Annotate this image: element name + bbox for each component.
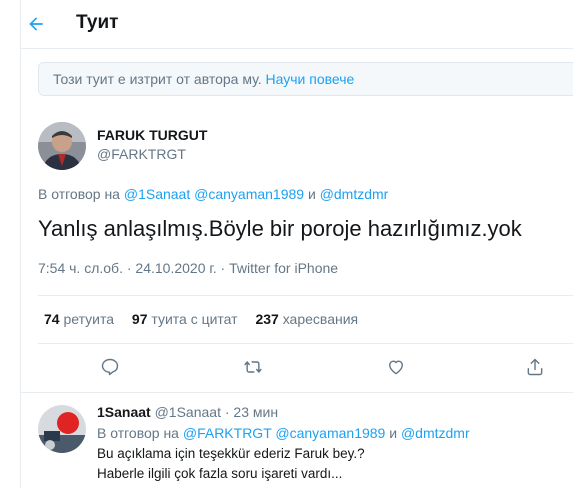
reply-prefix: В отговор на bbox=[97, 425, 179, 441]
reply-context: В отговор на @1Sanaat @canyaman1989 и @d… bbox=[38, 186, 388, 202]
share-icon[interactable] bbox=[522, 354, 548, 380]
mention-link[interactable]: @1Sanaat bbox=[124, 186, 190, 202]
avatar[interactable] bbox=[38, 405, 86, 453]
reply-prefix: В отговор на bbox=[38, 186, 120, 202]
reply-context: В отговор на @FARKTRGT @canyaman1989 и @… bbox=[97, 425, 470, 441]
tweet-source[interactable]: Twitter for iPhone bbox=[229, 260, 338, 276]
reply-and: и bbox=[389, 425, 398, 441]
mention-link[interactable]: @canyaman1989 bbox=[275, 425, 385, 441]
avatar[interactable] bbox=[38, 122, 86, 170]
reply-author-handle[interactable]: @1Sanaat bbox=[155, 404, 221, 420]
retweet-icon[interactable] bbox=[240, 354, 266, 380]
tweet-time[interactable]: 7:54 ч. сл.об. bbox=[38, 260, 123, 276]
author-name[interactable]: FARUK TURGUT bbox=[97, 127, 207, 143]
reply-text-line: Bu açıklama için teşekkür ederiz Faruk b… bbox=[97, 446, 365, 461]
mention-link[interactable]: @dmtzdmr bbox=[401, 425, 470, 441]
header-divider bbox=[21, 48, 573, 49]
mention-link[interactable]: @canyaman1989 bbox=[194, 186, 304, 202]
mention-link[interactable]: @dmtzdmr bbox=[320, 186, 389, 202]
reply-author-name[interactable]: 1Sanaat bbox=[97, 404, 151, 420]
tweet-meta: 7:54 ч. сл.об. · 24.10.2020 г. · Twitter… bbox=[38, 260, 339, 276]
column-border bbox=[20, 0, 21, 488]
back-arrow-icon[interactable] bbox=[22, 10, 50, 38]
divider bbox=[38, 343, 573, 344]
mention-link[interactable]: @FARKTRGT bbox=[183, 425, 272, 441]
reply-text-line: Haberle ilgili çok fazla soru işareti va… bbox=[97, 466, 343, 481]
author-handle[interactable]: @FARKTRGT bbox=[97, 146, 186, 162]
likes-stat[interactable]: 237 харесвания bbox=[255, 311, 358, 327]
page-title: Туит bbox=[76, 12, 119, 33]
deleted-notice: Този туит е изтрит от автора му. Научи п… bbox=[38, 62, 573, 96]
retweets-stat[interactable]: 74 ретуита bbox=[44, 311, 114, 327]
quotes-stat[interactable]: 97 туита с цитат bbox=[132, 311, 238, 327]
reply-author: 1Sanaat @1Sanaat · 23 мин bbox=[97, 404, 279, 420]
reply-icon[interactable] bbox=[97, 354, 123, 380]
divider bbox=[21, 392, 573, 393]
tweet-date[interactable]: 24.10.2020 г. bbox=[135, 260, 216, 276]
reply-time[interactable]: 23 мин bbox=[233, 404, 278, 420]
divider bbox=[38, 295, 573, 296]
reply-and: и bbox=[307, 186, 316, 202]
tweet-text: Yanlış anlaşılmış.Böyle bir poroje hazır… bbox=[38, 216, 522, 241]
like-icon[interactable] bbox=[383, 354, 409, 380]
tweet-stats: 74 ретуита 97 туита с цитат 237 харесван… bbox=[44, 311, 372, 327]
deleted-notice-text: Този туит е изтрит от автора му. bbox=[53, 71, 262, 87]
learn-more-link[interactable]: Научи повече bbox=[266, 71, 355, 87]
